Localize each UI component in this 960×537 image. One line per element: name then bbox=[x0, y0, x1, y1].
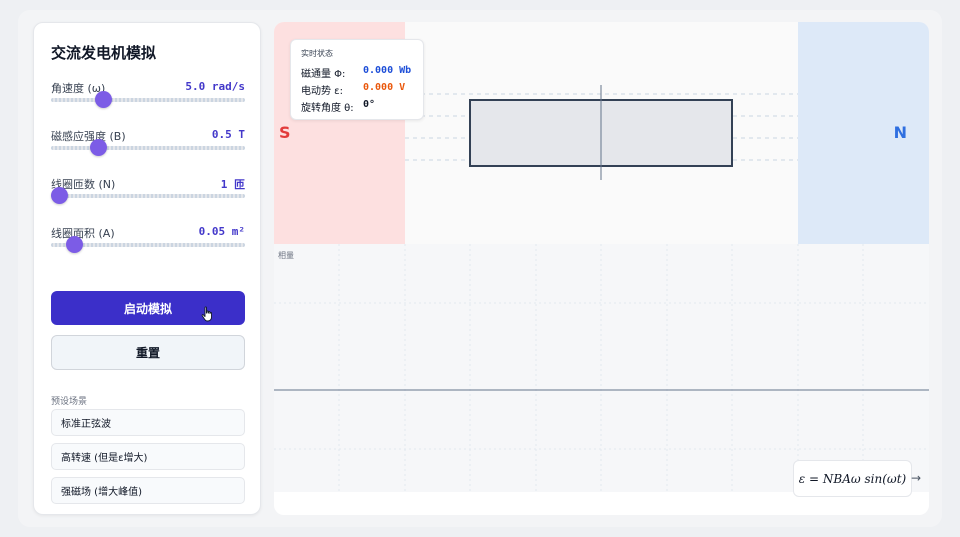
coil-area-label: 线圈面积 (A) bbox=[51, 227, 115, 240]
emf-value: 0.000 V bbox=[363, 82, 406, 93]
coil-area-control: 线圈面积 (A) 0.05 m² bbox=[51, 225, 245, 265]
emf-formula: ε = NBAω sin(ωt) bbox=[793, 460, 912, 497]
flux-value: 0.000 Wb bbox=[363, 65, 412, 76]
magnetic-field-slider-thumb[interactable] bbox=[89, 139, 107, 156]
phasor-chart-label: 相量 bbox=[278, 251, 294, 260]
reset-button[interactable]: 重置 bbox=[51, 335, 245, 370]
magnetic-field-slider[interactable] bbox=[51, 146, 245, 150]
magnetic-field-value: 0.5 T bbox=[211, 128, 245, 141]
start-simulation-label: 启动模拟 bbox=[123, 301, 172, 316]
start-simulation-button[interactable]: 启动模拟 bbox=[51, 291, 245, 325]
north-pole-label: N bbox=[893, 123, 907, 142]
control-panel: 交流发电机模拟 角速度 (ω) 5.0 rad/s 磁感应强度 (B) 0.5 … bbox=[33, 22, 261, 515]
angular-velocity-control: 角速度 (ω) 5.0 rad/s bbox=[51, 80, 245, 120]
panel-title: 交流发电机模拟 bbox=[51, 44, 157, 62]
coil-turns-control: 线圈匝数 (N) 1 匝 bbox=[50, 176, 245, 216]
simulation-view: S N 实时状态 磁通量 Φ: 0.000 Wb 电动势 ε: 0.000 V … bbox=[274, 22, 929, 515]
magnetic-field-label: 磁感应强度 (B) bbox=[51, 130, 126, 143]
angle-label: 旋转角度 θ: bbox=[301, 103, 354, 114]
preset-standard-sine[interactable]: 标准正弦波 bbox=[51, 409, 245, 436]
hand-pointer-icon bbox=[201, 306, 212, 322]
coil-area-value: 0.05 m² bbox=[198, 225, 245, 238]
coil-turns-slider-thumb[interactable] bbox=[50, 187, 68, 204]
angular-velocity-slider-thumb[interactable] bbox=[95, 91, 113, 108]
flux-label: 磁通量 Φ: bbox=[301, 69, 346, 80]
coil-area-slider-thumb[interactable] bbox=[66, 236, 84, 253]
angular-velocity-value: 5.0 rad/s bbox=[185, 80, 245, 93]
emf-label: 电动势 ε: bbox=[301, 86, 343, 97]
angular-velocity-slider[interactable] bbox=[51, 98, 245, 102]
south-pole-label: S bbox=[279, 123, 291, 142]
arrow-right-icon: → bbox=[911, 471, 922, 485]
coil-turns-slider[interactable] bbox=[51, 194, 245, 198]
angle-value: 0° bbox=[363, 99, 376, 110]
coil-turns-value: 1 匝 bbox=[220, 178, 245, 191]
preset-strong-field[interactable]: 强磁场 (增大峰值) bbox=[51, 477, 245, 504]
magnetic-field-control: 磁感应强度 (B) 0.5 T bbox=[51, 128, 245, 168]
reset-label: 重置 bbox=[135, 346, 160, 360]
status-panel: 实时状态 磁通量 Φ: 0.000 Wb 电动势 ε: 0.000 V 旋转角度… bbox=[290, 39, 424, 120]
presets-title: 预设场景 bbox=[51, 397, 88, 407]
status-title: 实时状态 bbox=[301, 49, 333, 58]
preset-high-speed[interactable]: 高转速 (但是ε增大) bbox=[51, 443, 245, 470]
